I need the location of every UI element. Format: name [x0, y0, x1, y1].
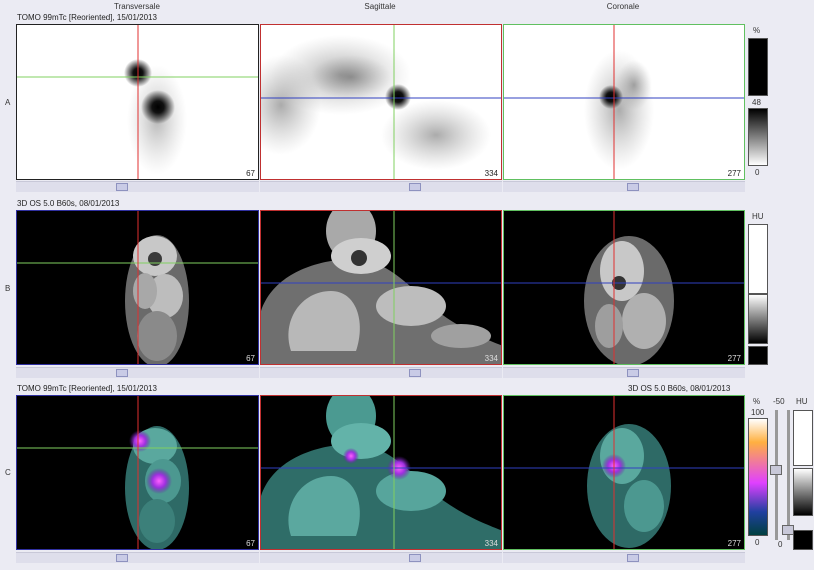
scroll-thumb[interactable] [627, 554, 639, 562]
scroll-thumb[interactable] [627, 183, 639, 191]
slice-scrollbar-a-transversale[interactable] [16, 181, 259, 192]
scroll-thumb[interactable] [116, 554, 128, 562]
colorbar-c-ct-unit: HU [796, 397, 808, 406]
ct-window-value: -50 [773, 397, 785, 406]
fusion-sagittale-image [261, 396, 501, 549]
colorbar-a-lower [748, 108, 768, 166]
viewport-b-coronale[interactable]: 277 [503, 210, 745, 365]
viewport-c-coronale[interactable]: 277 [503, 395, 745, 550]
row-b-title: 3D OS 5.0 B60s, 08/01/2013 [17, 199, 120, 208]
viewport-c-sagittale[interactable]: 334 [260, 395, 502, 550]
viewport-b-sagittale[interactable]: 334 [260, 210, 502, 365]
ct-window-slider-track[interactable] [775, 410, 778, 540]
column-header-transversale: Transversale [114, 2, 160, 11]
viewport-b-transversale[interactable]: 67 [16, 210, 259, 365]
colorbar-a-mid-label: 48 [752, 98, 761, 107]
slice-scrollbar-b-sagittale[interactable] [260, 367, 502, 378]
colorbar-c-ct-upper [793, 410, 813, 466]
row-b-label: B [5, 284, 11, 293]
colorbar-b-lower [748, 294, 768, 344]
column-header-sagittale: Sagittale [364, 2, 396, 11]
slice-number-sagittale: 334 [484, 354, 498, 363]
scroll-thumb[interactable] [116, 369, 128, 377]
viewport-c-transversale[interactable]: 67 [16, 395, 259, 550]
scroll-thumb[interactable] [409, 554, 421, 562]
colorbar-c-ct-gradient [793, 468, 813, 516]
slice-scrollbar-c-transversale[interactable] [16, 552, 259, 563]
spect-coronale-image [504, 25, 744, 179]
ct-window-min-label: 0 [778, 540, 783, 549]
scroll-thumb[interactable] [116, 183, 128, 191]
colorbar-b-unit: HU [752, 212, 764, 221]
slice-number-transversale: 67 [246, 539, 255, 548]
colorbar-c-spect-scale [748, 418, 768, 536]
scroll-thumb[interactable] [409, 183, 421, 191]
slice-scrollbar-b-transversale[interactable] [16, 367, 259, 378]
spect-sagittale-image [261, 25, 501, 179]
fusion-coronale-image [504, 396, 744, 549]
colorbar-a-unit: % [753, 26, 761, 35]
colorbar-b-bottom [748, 346, 768, 365]
colorbar-c-min-label: 0 [755, 538, 760, 547]
fusion-transversale-image [17, 396, 258, 549]
colorbar-c-unit: % [753, 397, 761, 406]
ct-window-slider-handle[interactable] [770, 465, 782, 475]
spect-transversale-image [17, 25, 258, 179]
scroll-thumb[interactable] [409, 369, 421, 377]
slice-number-coronale: 277 [727, 539, 741, 548]
colorbar-a-upper [748, 38, 768, 96]
viewport-a-transversale[interactable]: 67 [16, 24, 259, 180]
ct-coronale-image [504, 211, 744, 364]
ct-level-slider-track[interactable] [787, 410, 790, 540]
slice-number-sagittale: 334 [484, 539, 498, 548]
row-c-title: TOMO 99mTc [Reoriented], 15/01/2013 [17, 384, 157, 393]
row-c-label: C [5, 468, 11, 477]
slice-number-sagittale: 334 [484, 169, 498, 178]
row-a-label: A [5, 98, 11, 107]
viewport-a-coronale[interactable]: 277 [503, 24, 745, 180]
slice-scrollbar-b-coronale[interactable] [503, 367, 745, 378]
scroll-thumb[interactable] [627, 369, 639, 377]
slice-scrollbar-c-sagittale[interactable] [260, 552, 502, 563]
viewport-a-sagittale[interactable]: 334 [260, 24, 502, 180]
row-a-title: TOMO 99mTc [Reoriented], 15/01/2013 [17, 13, 157, 22]
ct-sagittale-image [261, 211, 501, 364]
slice-scrollbar-c-coronale[interactable] [503, 552, 745, 563]
colorbar-c-max-label: 100 [751, 408, 765, 417]
slice-number-transversale: 67 [246, 354, 255, 363]
slice-number-coronale: 277 [727, 354, 741, 363]
ct-transversale-image [17, 211, 258, 364]
slice-number-transversale: 67 [246, 169, 255, 178]
slice-number-coronale: 277 [727, 169, 741, 178]
colorbar-a-min-label: 0 [755, 168, 760, 177]
column-header-coronale: Coronale [606, 2, 640, 11]
slice-scrollbar-a-coronale[interactable] [503, 181, 745, 192]
colorbar-c-ct-bottom [793, 530, 813, 550]
row-c-title-right: 3D OS 5.0 B60s, 08/01/2013 [628, 384, 731, 393]
colorbar-b-upper [748, 224, 768, 294]
slice-scrollbar-a-sagittale[interactable] [260, 181, 502, 192]
